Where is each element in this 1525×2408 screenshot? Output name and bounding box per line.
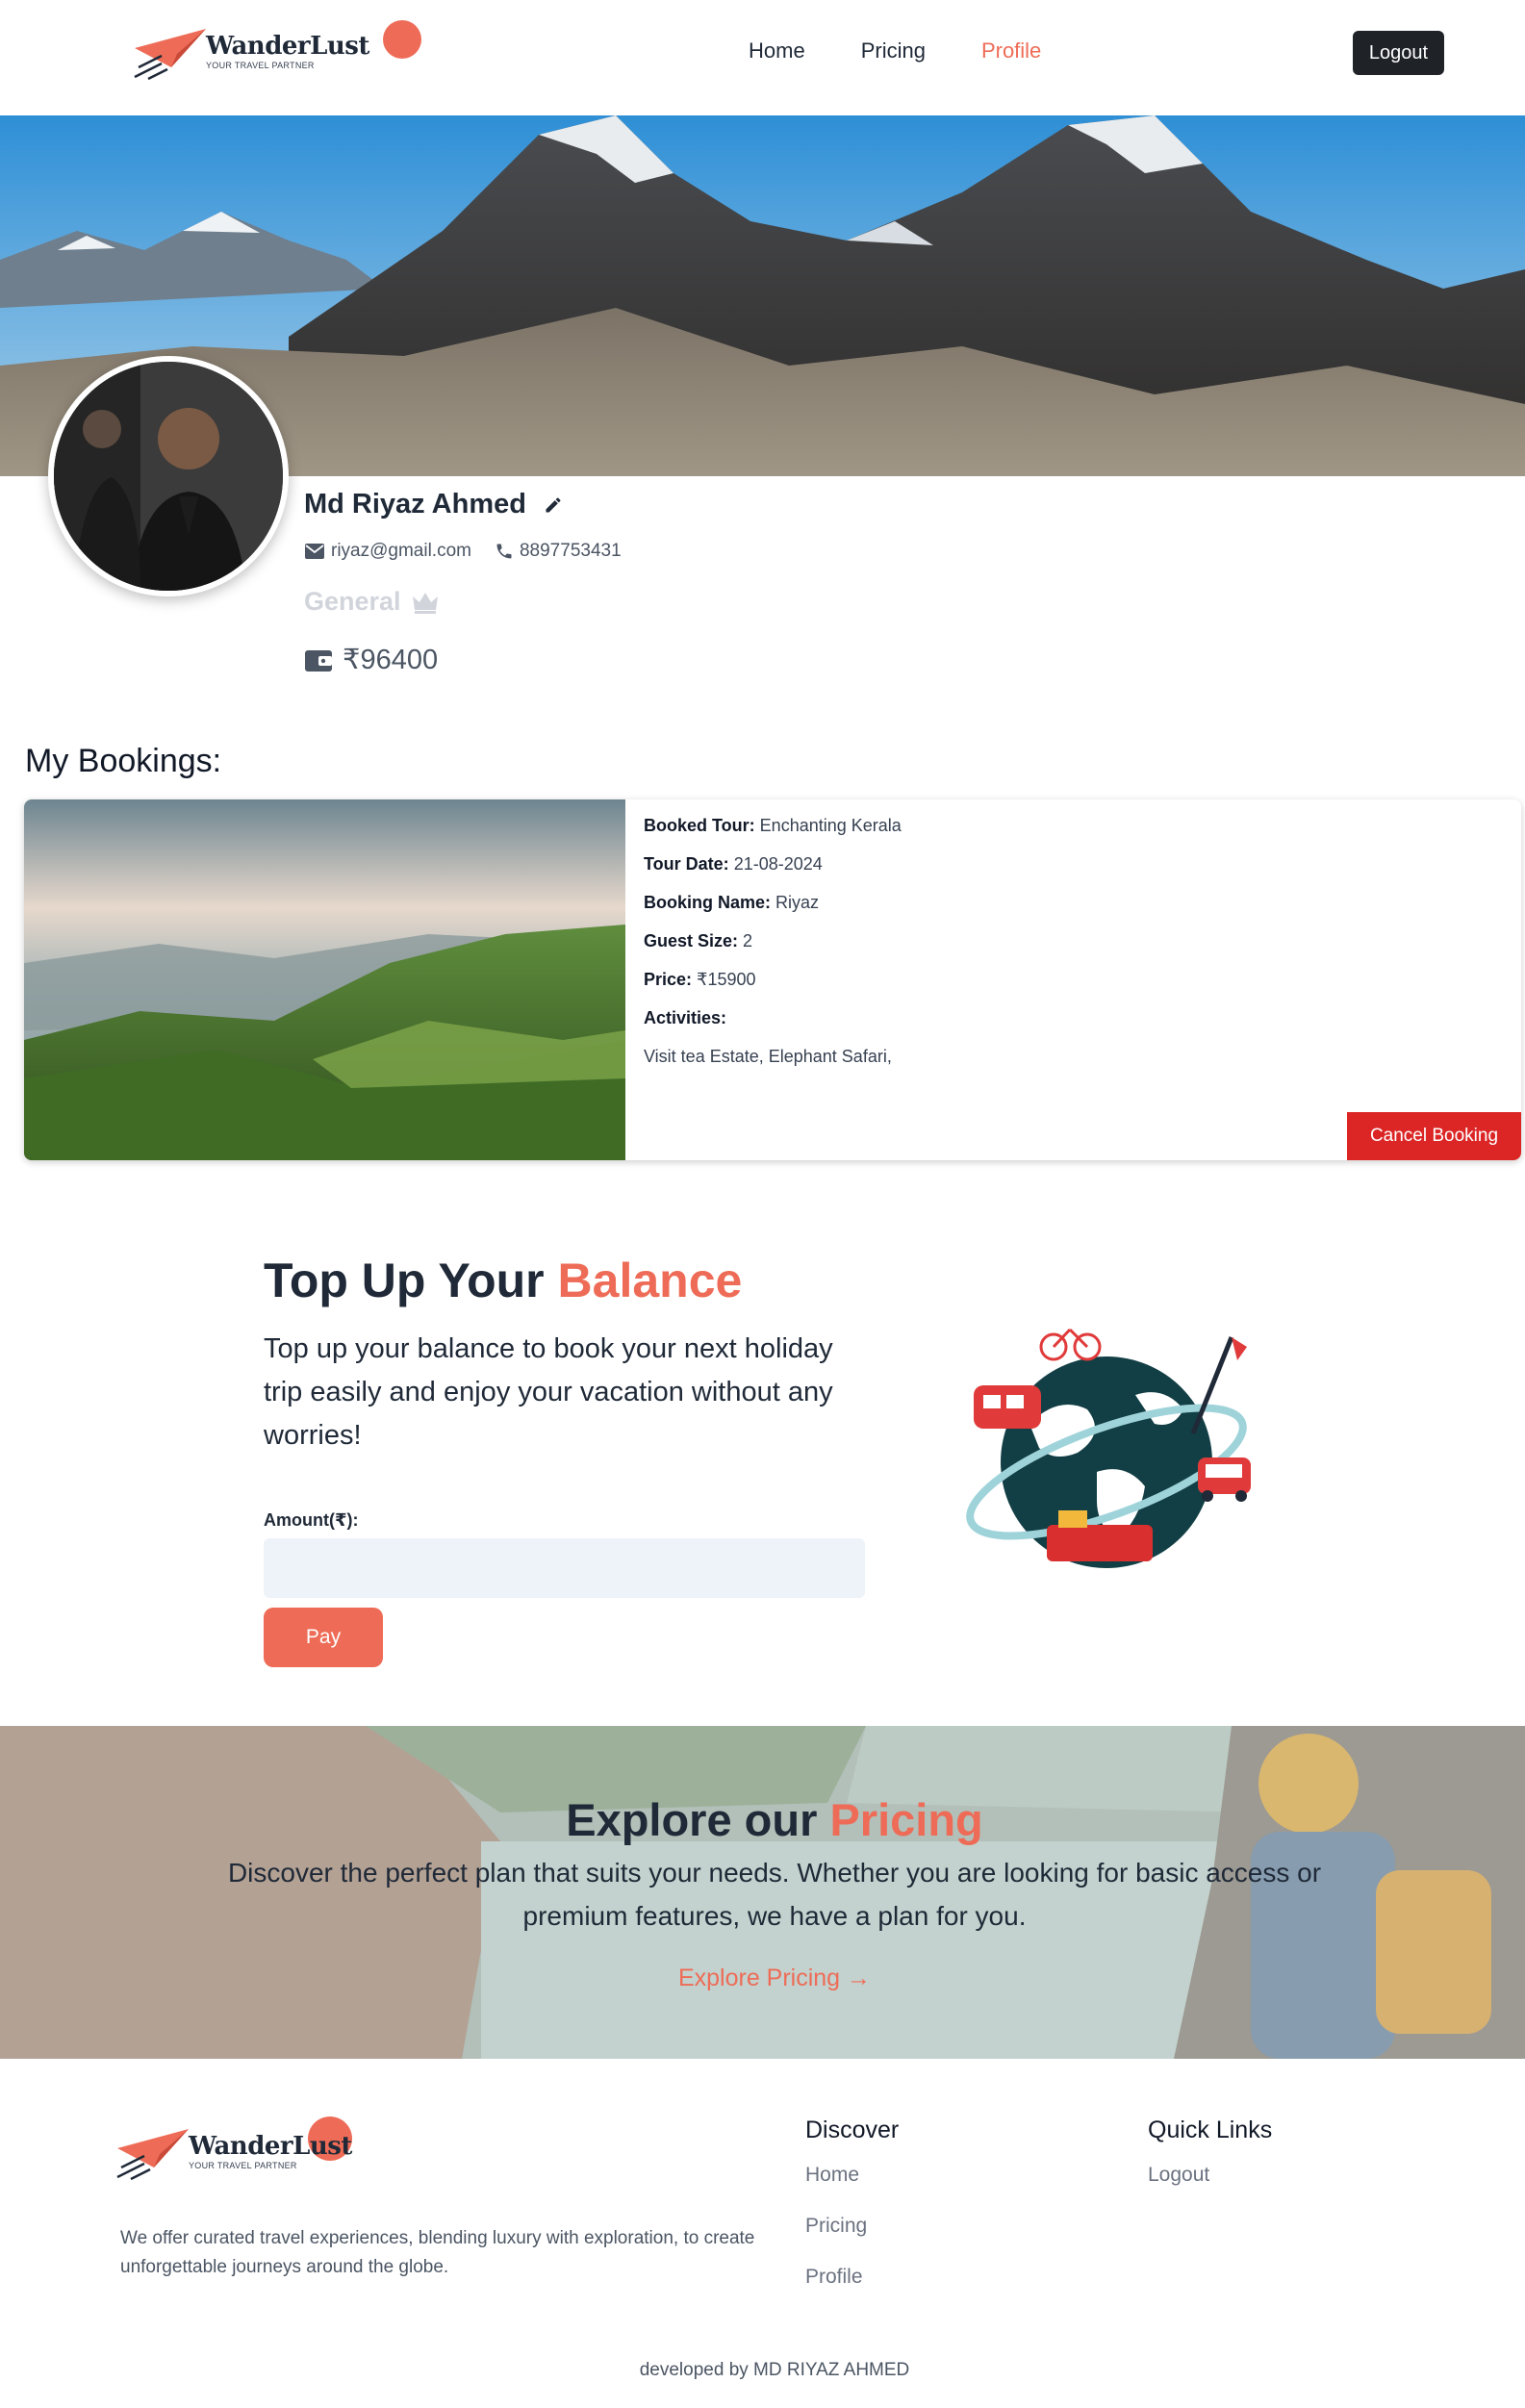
cancel-booking-button[interactable]: Cancel Booking bbox=[1347, 1112, 1521, 1160]
booking-activities-line: Activities: bbox=[644, 1003, 902, 1042]
footer-link-home[interactable]: Home bbox=[805, 2158, 899, 2209]
globe-travel-illustration bbox=[966, 1328, 1251, 1568]
wallet-balance: ₹96400 bbox=[343, 645, 439, 675]
footer-discover: Discover Home Pricing Profile bbox=[805, 2117, 899, 2311]
profile-avatar[interactable] bbox=[48, 356, 289, 596]
booking-card: Booked Tour: Enchanting Kerala Tour Date… bbox=[24, 799, 1521, 1160]
nav-links: Home Pricing Profile bbox=[749, 38, 1041, 63]
profile-name-row: Md Riyaz Ahmed bbox=[304, 489, 563, 520]
nav-pricing[interactable]: Pricing bbox=[861, 38, 926, 63]
brand-tagline: YOUR TRAVEL PARTNER bbox=[206, 61, 315, 70]
navbar: WanderLust YOUR TRAVEL PARTNER Home Pric… bbox=[0, 0, 1525, 115]
profile-name: Md Riyaz Ahmed bbox=[304, 489, 526, 520]
footer-description: We offer curated travel experiences, ble… bbox=[120, 2228, 755, 2277]
brand-name: WanderLust bbox=[206, 32, 369, 61]
booking-date-value: 21-08-2024 bbox=[733, 854, 823, 874]
mail-icon bbox=[305, 544, 324, 559]
booking-price-label: Price: bbox=[644, 970, 693, 989]
footer-quick-links: Quick Links Logout bbox=[1148, 2117, 1272, 2209]
footer-logo[interactable]: WanderLust YOUR TRAVEL PARTNER bbox=[115, 2117, 352, 2181]
booking-guests-value: 2 bbox=[743, 931, 753, 951]
explore-title-main: Explore our bbox=[566, 1794, 818, 1845]
booking-price-value: ₹15900 bbox=[697, 970, 756, 989]
footer-brand-tagline: YOUR TRAVEL PARTNER bbox=[189, 2161, 297, 2170]
nav-profile[interactable]: Profile bbox=[981, 38, 1041, 63]
pay-button[interactable]: Pay bbox=[264, 1608, 383, 1667]
booking-tour-line: Booked Tour: Enchanting Kerala bbox=[644, 811, 902, 849]
topup-description: Top up your balance to book your next ho… bbox=[264, 1333, 833, 1451]
profile-phone: 8897753431 bbox=[519, 541, 622, 561]
email-item: riyaz@gmail.com bbox=[304, 541, 471, 562]
wallet-icon bbox=[305, 649, 332, 672]
explore-pricing-banner: Explore our Pricing Discover the perfect… bbox=[0, 1726, 1525, 2059]
footer-paper-plane-icon bbox=[116, 2129, 189, 2181]
footer-quick-title: Quick Links bbox=[1148, 2117, 1273, 2143]
contact-row: riyaz@gmail.com 8897753431 bbox=[304, 541, 622, 562]
footer-link-pricing[interactable]: Pricing bbox=[805, 2209, 899, 2260]
footer-credit: developed by MD RIYAZ AHMED bbox=[639, 2360, 910, 2380]
footer-link-logout[interactable]: Logout bbox=[1148, 2158, 1272, 2209]
logout-button[interactable]: Logout bbox=[1353, 31, 1444, 75]
paper-plane-icon bbox=[134, 29, 206, 81]
booking-date-line: Tour Date: 21-08-2024 bbox=[644, 849, 902, 888]
topup-title: Top Up Your Balance bbox=[264, 1253, 742, 1308]
booking-price-line: Price: ₹15900 bbox=[644, 965, 902, 1003]
booking-name-value: Riyaz bbox=[775, 893, 820, 912]
person-photo bbox=[54, 362, 283, 591]
footer-brand-name: WanderLust bbox=[189, 2132, 352, 2161]
wallet-row: ₹96400 bbox=[304, 643, 438, 676]
explore-title: Explore our Pricing bbox=[0, 1793, 1525, 1846]
explore-pricing-link[interactable]: Explore Pricing → bbox=[0, 1964, 1525, 1992]
booking-date-label: Tour Date: bbox=[644, 854, 729, 874]
booking-name-label: Booking Name: bbox=[644, 893, 772, 912]
booking-name-line: Booking Name: Riyaz bbox=[644, 888, 902, 926]
phone-icon bbox=[496, 544, 512, 559]
nav-home[interactable]: Home bbox=[749, 38, 805, 63]
amount-input[interactable] bbox=[264, 1538, 865, 1598]
booking-details: Booked Tour: Enchanting Kerala Tour Date… bbox=[644, 811, 902, 1080]
booking-guests-label: Guest Size: bbox=[644, 931, 739, 951]
plan-row: General bbox=[304, 587, 440, 617]
explore-description: Discover the perfect plan that suits you… bbox=[227, 1858, 1322, 1931]
booking-activities-value: Visit tea Estate, Elephant Safari, bbox=[644, 1047, 892, 1066]
footer-link-profile[interactable]: Profile bbox=[805, 2260, 899, 2311]
edit-pencil-icon[interactable] bbox=[544, 495, 563, 515]
topup-title-accent: Balance bbox=[557, 1254, 743, 1307]
booking-tour-value: Enchanting Kerala bbox=[759, 816, 902, 835]
phone-item: 8897753431 bbox=[495, 541, 622, 562]
bookings-title: My Bookings: bbox=[25, 743, 222, 779]
topup-title-main: Top Up Your bbox=[264, 1254, 545, 1307]
amount-label: Amount(₹): bbox=[264, 1510, 359, 1530]
logo-sun bbox=[383, 20, 421, 59]
explore-title-accent: Pricing bbox=[829, 1794, 983, 1845]
plan-name: General bbox=[304, 587, 401, 616]
brand-logo[interactable]: WanderLust YOUR TRAVEL PARTNER bbox=[133, 20, 421, 81]
footer-discover-title: Discover bbox=[805, 2117, 900, 2143]
booking-activities-label: Activities: bbox=[644, 1008, 727, 1027]
crown-icon bbox=[412, 592, 438, 614]
booking-tour-label: Booked Tour: bbox=[644, 816, 755, 835]
booking-guests-line: Guest Size: 2 bbox=[644, 926, 902, 965]
booking-tour-image bbox=[24, 799, 625, 1160]
profile-email: riyaz@gmail.com bbox=[331, 541, 471, 561]
